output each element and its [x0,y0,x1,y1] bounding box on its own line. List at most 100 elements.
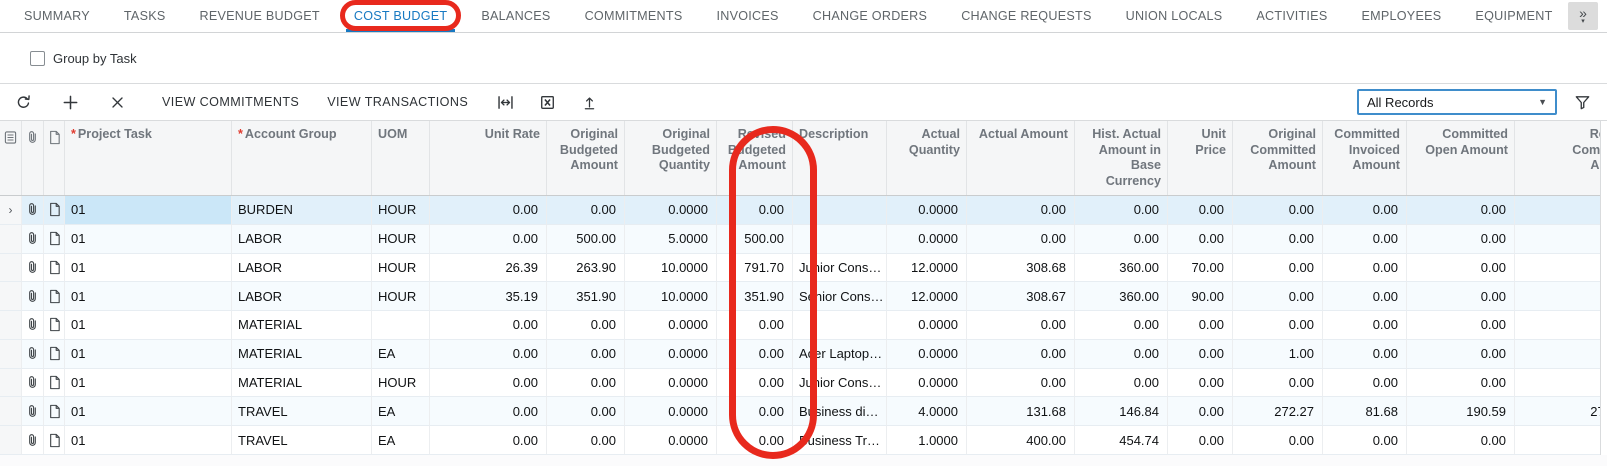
cell-actual-quantity[interactable]: 0.0000 [887,225,967,254]
cell-committed-invoiced-amount[interactable]: 81.68 [1323,397,1407,426]
cell-revised-budgeted-amount[interactable]: 351.90 [717,282,793,311]
cell-committed-open-amount[interactable]: 0.00 [1407,282,1515,311]
cell-original-budgeted-amount[interactable]: 0.00 [547,369,625,398]
cell-committed-open-amount[interactable]: 0.00 [1407,196,1515,225]
tab-activities[interactable]: ACTIVITIES [1256,0,1327,32]
cell-committed-open-amount[interactable]: 0.00 [1407,426,1515,455]
col-header-revised-committed-amount[interactable]: Revised Committed Amount [1515,121,1607,195]
cell-committed-open-amount[interactable]: 0.00 [1407,369,1515,398]
attachment-cell[interactable] [22,397,44,426]
cell-uom[interactable]: HOUR [372,369,430,398]
cell-revised-committed-amount[interactable] [1515,254,1607,283]
table-row[interactable]: 01LABORHOUR35.19351.9010.0000351.90Senio… [0,282,1607,311]
cell-revised-budgeted-amount[interactable]: 791.70 [717,254,793,283]
cell-committed-invoiced-amount[interactable]: 0.00 [1323,225,1407,254]
col-header-row-indicator[interactable] [0,121,22,195]
col-header-committed-invoiced-amount[interactable]: Committed Invoiced Amount [1323,121,1407,195]
cell-description[interactable]: Junior Cons… [793,369,887,398]
note-cell[interactable] [44,196,65,225]
cell-actual-amount[interactable]: 0.00 [967,196,1075,225]
cell-unit-price[interactable]: 0.00 [1168,311,1233,340]
cell-hist-actual-amount-in-base-currency[interactable]: 360.00 [1075,282,1168,311]
row-indicator-cell[interactable] [0,254,22,283]
cell-unit-rate[interactable]: 0.00 [430,426,547,455]
cell-project-task[interactable]: 01 [65,426,232,455]
cell-committed-invoiced-amount[interactable]: 0.00 [1323,196,1407,225]
cell-actual-amount[interactable]: 308.67 [967,282,1075,311]
cell-description[interactable]: Business Tr… [793,426,887,455]
cell-unit-price[interactable]: 90.00 [1168,282,1233,311]
cell-actual-quantity[interactable]: 0.0000 [887,311,967,340]
upload-button[interactable] [572,88,606,116]
cell-committed-open-amount[interactable]: 0.00 [1407,254,1515,283]
cell-uom[interactable]: HOUR [372,254,430,283]
cell-original-budgeted-amount[interactable]: 0.00 [547,196,625,225]
cell-project-task[interactable]: 01 [65,397,232,426]
cell-original-budgeted-quantity[interactable]: 0.0000 [625,196,717,225]
cell-account-group[interactable]: MATERIAL [232,369,372,398]
tab-summary[interactable]: SUMMARY [24,0,90,32]
view-transactions-button[interactable]: VIEW TRANSACTIONS [321,88,474,116]
tab-cost-budget[interactable]: COST BUDGET [354,0,447,32]
cell-unit-price[interactable]: 70.00 [1168,254,1233,283]
cell-revised-committed-amount[interactable] [1515,369,1607,398]
cell-original-budgeted-quantity[interactable]: 10.0000 [625,282,717,311]
cell-description[interactable]: Senior Cons… [793,282,887,311]
tab-change-requests[interactable]: CHANGE REQUESTS [961,0,1091,32]
cell-original-committed-amount[interactable]: 0.00 [1233,254,1323,283]
cell-description[interactable]: Business di… [793,397,887,426]
attachment-cell[interactable] [22,311,44,340]
table-row[interactable]: 01MATERIALHOUR0.000.000.00000.00Junior C… [0,369,1607,398]
cell-hist-actual-amount-in-base-currency[interactable]: 0.00 [1075,225,1168,254]
cell-original-budgeted-quantity[interactable]: 0.0000 [625,340,717,369]
col-header-hist-actual-amount-in-base-currency[interactable]: Hist. Actual Amount in Base Currency [1075,121,1168,195]
note-cell[interactable] [44,426,65,455]
note-cell[interactable] [44,254,65,283]
cell-revised-committed-amount[interactable] [1515,282,1607,311]
cell-project-task[interactable]: 01 [65,369,232,398]
tab-commitments[interactable]: COMMITMENTS [585,0,683,32]
cell-unit-rate[interactable]: 0.00 [430,369,547,398]
cell-revised-budgeted-amount[interactable]: 0.00 [717,426,793,455]
tab-employees[interactable]: EMPLOYEES [1361,0,1441,32]
cell-committed-open-amount[interactable]: 0.00 [1407,225,1515,254]
fit-to-width-button[interactable] [488,88,522,116]
table-row[interactable]: 01LABORHOUR26.39263.9010.0000791.70Junio… [0,254,1607,283]
group-by-task-checkbox[interactable] [30,51,45,66]
cell-revised-budgeted-amount[interactable]: 0.00 [717,196,793,225]
cell-original-budgeted-amount[interactable]: 263.90 [547,254,625,283]
cell-revised-budgeted-amount[interactable]: 0.00 [717,369,793,398]
cell-actual-amount[interactable]: 131.68 [967,397,1075,426]
cell-unit-rate[interactable]: 0.00 [430,311,547,340]
col-header-actual-quantity[interactable]: Actual Quantity [887,121,967,195]
cell-committed-invoiced-amount[interactable]: 0.00 [1323,426,1407,455]
cell-committed-invoiced-amount[interactable]: 0.00 [1323,311,1407,340]
cell-original-budgeted-quantity[interactable]: 0.0000 [625,426,717,455]
cell-revised-budgeted-amount[interactable]: 0.00 [717,340,793,369]
table-row[interactable]: 01MATERIALEA0.000.000.00000.00Acer Lapto… [0,340,1607,369]
cell-actual-quantity[interactable]: 0.0000 [887,369,967,398]
cell-committed-invoiced-amount[interactable]: 0.00 [1323,282,1407,311]
cell-hist-actual-amount-in-base-currency[interactable]: 0.00 [1075,340,1168,369]
col-header-unit-price[interactable]: Unit Price [1168,121,1233,195]
tab-equipment[interactable]: EQUIPMENT [1475,0,1552,32]
table-row[interactable]: 01LABORHOUR0.00500.005.0000500.000.00000… [0,225,1607,254]
cell-hist-actual-amount-in-base-currency[interactable]: 0.00 [1075,369,1168,398]
attachment-cell[interactable] [22,426,44,455]
cell-account-group[interactable]: MATERIAL [232,311,372,340]
cell-revised-committed-amount[interactable]: 272.27 [1515,397,1607,426]
cell-account-group[interactable]: MATERIAL [232,340,372,369]
row-indicator-cell[interactable] [0,225,22,254]
attachment-cell[interactable] [22,340,44,369]
cell-account-group[interactable]: LABOR [232,254,372,283]
cell-hist-actual-amount-in-base-currency[interactable]: 454.74 [1075,426,1168,455]
cell-hist-actual-amount-in-base-currency[interactable]: 360.00 [1075,254,1168,283]
cell-unit-rate[interactable]: 0.00 [430,196,547,225]
cell-actual-quantity[interactable]: 12.0000 [887,282,967,311]
cell-uom[interactable]: HOUR [372,282,430,311]
filter-settings-button[interactable] [1569,90,1595,114]
cell-original-budgeted-amount[interactable]: 0.00 [547,340,625,369]
attachment-cell[interactable] [22,282,44,311]
cell-unit-rate[interactable]: 0.00 [430,340,547,369]
attachment-cell[interactable] [22,254,44,283]
